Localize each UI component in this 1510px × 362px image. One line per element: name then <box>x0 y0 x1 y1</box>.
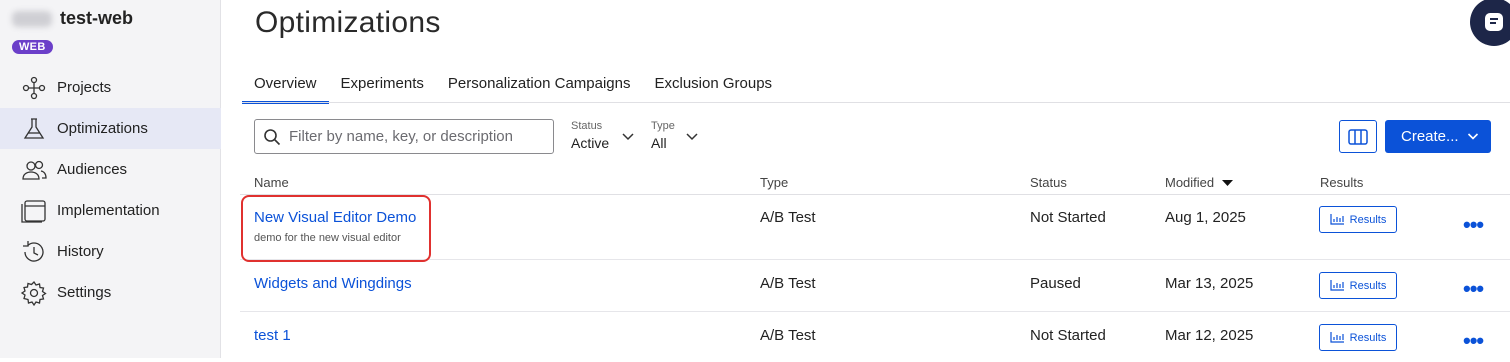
main-content: Optimizations Overview Experiments Perso… <box>222 0 1510 358</box>
create-button[interactable]: Create... <box>1385 120 1491 153</box>
column-header-name[interactable]: Name <box>254 175 289 190</box>
search-box <box>254 119 554 154</box>
column-header-modified-label: Modified <box>1165 175 1215 190</box>
columns-icon <box>1348 128 1368 145</box>
chevron-down-icon <box>1467 133 1479 140</box>
history-icon <box>23 240 44 262</box>
optimization-status: Not Started <box>1030 327 1106 344</box>
chevron-down-icon <box>622 133 634 141</box>
window-icon <box>21 199 46 223</box>
chevron-down-icon <box>686 133 698 141</box>
columns-toggle-button[interactable] <box>1339 120 1377 153</box>
status-filter[interactable]: Status Active <box>571 120 639 151</box>
more-options-icon[interactable]: ••• <box>1463 330 1484 352</box>
table-row: test 1 A/B Test Not Started Mar 12, 2025… <box>240 312 1510 362</box>
create-button-label: Create... <box>1401 128 1459 145</box>
sidebar-item-projects[interactable]: Projects <box>0 67 221 108</box>
sidebar-item-implementation[interactable]: Implementation <box>0 190 221 231</box>
bar-chart-icon <box>1330 214 1344 225</box>
sidebar-nav: Projects Optimizations Audiences Impleme… <box>0 67 221 313</box>
table-row: Widgets and Wingdings A/B Test Paused Ma… <box>240 260 1510 312</box>
table-header: Name Type Status Modified Results <box>240 170 1510 195</box>
optimization-type: A/B Test <box>760 327 816 344</box>
audiences-icon <box>22 160 47 180</box>
optimization-modified: Mar 13, 2025 <box>1165 275 1254 292</box>
help-button[interactable] <box>1470 0 1510 46</box>
status-filter-label: Status <box>571 120 603 132</box>
sidebar-item-optimizations[interactable]: Optimizations <box>0 108 221 149</box>
search-input[interactable] <box>289 128 539 145</box>
results-button-label: Results <box>1349 213 1387 226</box>
results-button[interactable]: Results <box>1319 206 1397 233</box>
type-filter-label: Type <box>651 120 675 132</box>
more-options-icon[interactable]: ••• <box>1463 214 1484 236</box>
project-name: test-web <box>60 8 134 28</box>
flask-icon <box>23 117 45 139</box>
sidebar-item-history[interactable]: History <box>0 231 221 272</box>
optimization-status: Paused <box>1030 275 1081 292</box>
tab-personalization-campaigns[interactable]: Personalization Campaigns <box>436 70 643 104</box>
optimization-status: Not Started <box>1030 209 1106 226</box>
project-header[interactable]: test-web <box>12 8 133 29</box>
bar-chart-icon <box>1330 280 1344 291</box>
more-options-icon[interactable]: ••• <box>1463 278 1484 300</box>
tab-bar: Overview Experiments Personalization Cam… <box>242 70 784 104</box>
optimization-description: demo for the new visual editor <box>254 232 401 244</box>
optimization-modified: Mar 12, 2025 <box>1165 327 1254 344</box>
table-row: New Visual Editor Demo demo for the new … <box>240 196 1510 260</box>
results-button-label: Results <box>1349 331 1387 344</box>
tab-exclusion-groups[interactable]: Exclusion Groups <box>643 70 785 104</box>
column-header-modified[interactable]: Modified <box>1165 175 1233 190</box>
sidebar-item-label: Optimizations <box>57 120 148 137</box>
optimization-name-link[interactable]: New Visual Editor Demo <box>254 209 416 226</box>
sort-desc-icon <box>1221 180 1233 186</box>
sidebar-item-label: History <box>57 243 104 260</box>
sidebar-item-label: Audiences <box>57 161 128 178</box>
results-button[interactable]: Results <box>1319 272 1397 299</box>
tab-overview[interactable]: Overview <box>242 70 329 104</box>
account-name-redacted <box>12 10 52 27</box>
page-title: Optimizations <box>255 6 441 39</box>
optimization-modified: Aug 1, 2025 <box>1165 209 1246 226</box>
optimization-name-link[interactable]: test 1 <box>254 327 291 344</box>
optimization-type: A/B Test <box>760 209 816 226</box>
results-button-label: Results <box>1349 279 1387 292</box>
environment-badge: WEB <box>12 40 53 54</box>
sidebar-item-label: Implementation <box>57 202 160 219</box>
tabs-divider <box>242 102 1510 103</box>
help-chat-icon <box>1485 13 1503 31</box>
column-header-status[interactable]: Status <box>1030 175 1067 190</box>
search-icon <box>264 128 281 145</box>
tab-experiments[interactable]: Experiments <box>329 70 436 104</box>
column-header-type[interactable]: Type <box>760 175 788 190</box>
gear-icon <box>20 280 47 306</box>
type-filter[interactable]: Type All <box>651 120 703 151</box>
sidebar: test-web WEB Projects Optimizations Audi… <box>0 0 221 358</box>
column-header-results: Results <box>1320 175 1364 190</box>
sidebar-item-label: Settings <box>57 284 112 301</box>
results-button[interactable]: Results <box>1319 324 1397 351</box>
sidebar-item-settings[interactable]: Settings <box>0 272 221 313</box>
projects-icon <box>22 76 46 99</box>
optimization-name-link[interactable]: Widgets and Wingdings <box>254 275 412 292</box>
sidebar-item-audiences[interactable]: Audiences <box>0 149 221 190</box>
bar-chart-icon <box>1330 332 1344 343</box>
sidebar-item-label: Projects <box>57 79 112 96</box>
optimization-type: A/B Test <box>760 275 816 292</box>
